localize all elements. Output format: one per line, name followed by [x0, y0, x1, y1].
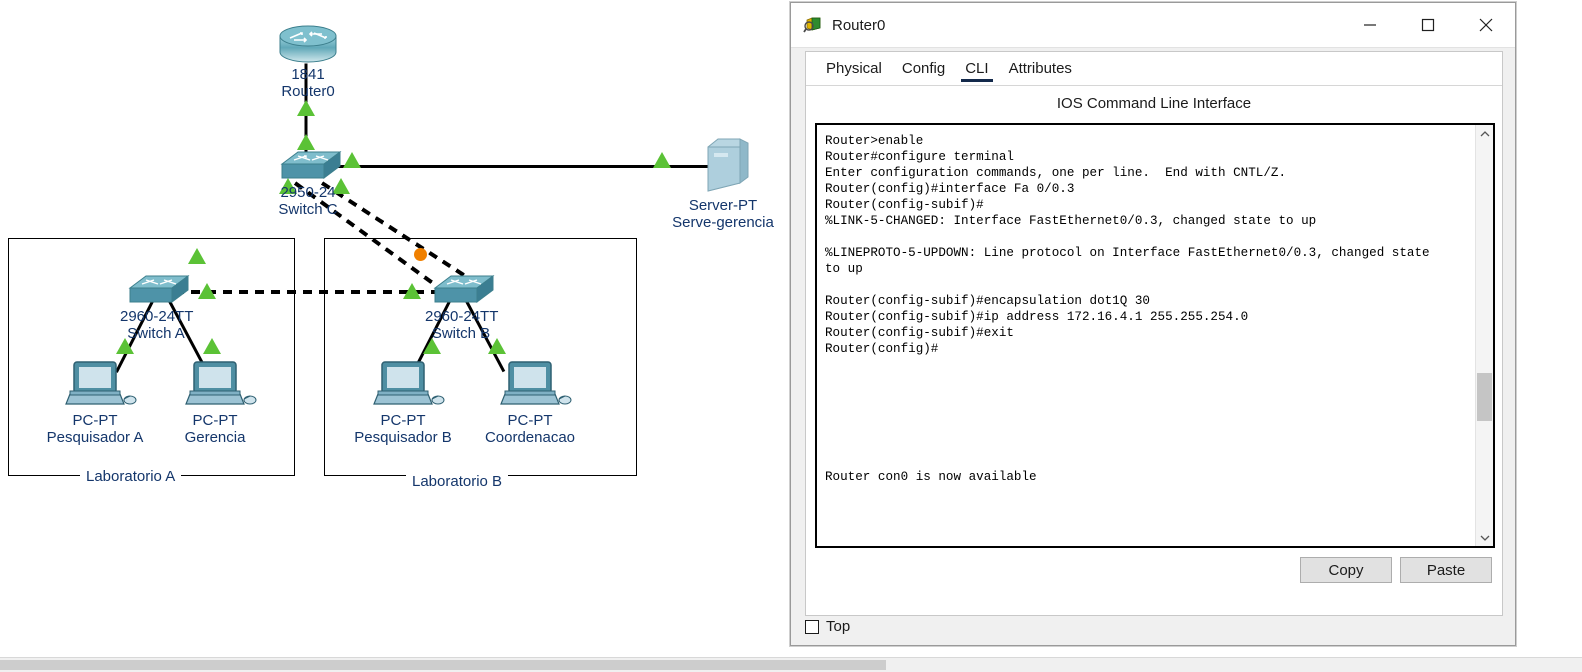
scrollbar-thumb[interactable] — [1477, 373, 1492, 421]
app-root: Laboratorio A Laboratorio B 1841 Router0… — [0, 0, 1582, 672]
switchb-model: 2960-24TT — [425, 308, 499, 325]
cli-action-buttons: Copy Paste — [1300, 557, 1492, 583]
pcB2-name: Coordenacao — [484, 429, 576, 446]
cli-vertical-scrollbar[interactable] — [1475, 125, 1493, 546]
link-status-up-switchb-trunk — [403, 283, 421, 299]
device-label-pc-pesquisador-b: PC-PT Pesquisador B — [348, 412, 458, 446]
switchc-model: 2950-24 — [280, 184, 336, 201]
device-label-switchc: 2950-24 Switch C — [272, 184, 344, 218]
device-pc-gerencia[interactable]: PC-PT Gerencia — [160, 358, 270, 446]
router0-model: 1841 — [291, 66, 325, 83]
pc-icon — [500, 361, 572, 405]
link-switcha-switchb[interactable] — [175, 290, 465, 294]
device-switcha[interactable]: 2960-24TT Switch A — [120, 272, 194, 342]
pc-icon — [373, 361, 445, 405]
top-checkbox[interactable] — [805, 619, 819, 634]
top-checkbox-label: Top — [826, 618, 851, 635]
pcA2-model: PC-PT — [192, 412, 238, 429]
window-title: Router0 — [832, 16, 886, 34]
device-label-pc-gerencia: PC-PT Gerencia — [160, 412, 270, 446]
link-status-up-switcha-trunk — [198, 283, 216, 299]
switch-icon — [280, 151, 342, 179]
device-pc-pesquisador-b[interactable]: PC-PT Pesquisador B — [348, 358, 458, 446]
pc-icon — [65, 361, 137, 405]
close-icon — [1479, 18, 1493, 31]
minimize-icon — [1364, 23, 1376, 26]
maximize-icon — [1421, 18, 1435, 31]
server-name: Serve-gerencia — [672, 214, 774, 231]
pcA1-name: Pesquisador A — [46, 429, 144, 446]
close-button[interactable] — [1457, 3, 1515, 46]
window-body: Physical Config CLI Attributes IOS Comma… — [805, 51, 1503, 616]
tab-strip[interactable]: Physical Config CLI Attributes — [806, 52, 1502, 86]
workspace-horizontal-scrollbar[interactable] — [0, 657, 1582, 672]
top-checkbox-row[interactable]: Top — [805, 618, 850, 635]
device-router0[interactable]: 1841 Router0 — [272, 22, 344, 100]
tab-cli[interactable]: CLI — [955, 56, 998, 85]
device-label-pc-coordenacao: PC-PT Coordenacao — [475, 412, 585, 446]
link-status-up-switchc-server — [343, 152, 361, 168]
group-label-laboratorio-b: Laboratorio B — [406, 473, 509, 490]
device-label-switchb: 2960-24TT Switch B — [425, 308, 499, 342]
switcha-name: Switch A — [127, 325, 185, 342]
server-icon — [707, 138, 749, 192]
minimize-button[interactable] — [1341, 3, 1399, 46]
pcB1-model: PC-PT — [380, 412, 426, 429]
packet-tracer-device-icon — [803, 17, 821, 33]
router0-name: Router0 — [281, 83, 335, 100]
pcB2-model: PC-PT — [507, 412, 553, 429]
packet-animation-dot — [414, 248, 427, 261]
pcA1-model: PC-PT — [72, 412, 118, 429]
scroll-down-button[interactable] — [1476, 529, 1493, 546]
pcA2-name: Gerencia — [184, 429, 246, 446]
chevron-up-icon — [1480, 130, 1489, 136]
switch-icon — [128, 275, 190, 303]
device-pc-pesquisador-a[interactable]: PC-PT Pesquisador A — [40, 358, 150, 446]
device-switchc[interactable]: 2950-24 Switch C — [272, 148, 344, 218]
device-label-server: Server-PT Serve-gerencia — [664, 197, 782, 231]
maximize-button[interactable] — [1399, 3, 1457, 46]
router-icon — [279, 25, 337, 63]
device-switchb[interactable]: 2960-24TT Switch B — [425, 272, 499, 342]
switcha-model: 2960-24TT — [120, 308, 194, 325]
server-model: Server-PT — [688, 197, 758, 214]
pcB1-name: Pesquisador B — [354, 429, 452, 446]
link-status-up-switcha-trunk-uplink — [188, 248, 206, 264]
window-titlebar[interactable]: Router0 — [791, 3, 1515, 48]
link-status-up-pcA2 — [203, 338, 221, 354]
device-label-switcha: 2960-24TT Switch A — [120, 308, 194, 342]
switch-icon — [433, 275, 495, 303]
device-label-pc-pesquisador-a: PC-PT Pesquisador A — [40, 412, 150, 446]
pc-icon — [185, 361, 257, 405]
cli-terminal-container[interactable]: Router>enable Router#configure terminal … — [815, 123, 1495, 548]
device-server[interactable]: Server-PT Serve-gerencia — [664, 135, 782, 231]
group-label-laboratorio-a: Laboratorio A — [80, 468, 182, 485]
router0-window[interactable]: Router0 Physical Config CLI Attributes I… — [790, 2, 1516, 646]
tab-attributes[interactable]: Attributes — [999, 56, 1082, 85]
paste-button[interactable]: Paste — [1400, 557, 1492, 583]
scroll-up-button[interactable] — [1476, 125, 1493, 142]
tab-config[interactable]: Config — [892, 56, 955, 85]
link-status-up-router0 — [297, 100, 315, 116]
device-pc-coordenacao[interactable]: PC-PT Coordenacao — [475, 358, 585, 446]
chevron-down-icon — [1480, 535, 1489, 541]
cli-terminal-output[interactable]: Router>enable Router#configure terminal … — [817, 125, 1475, 546]
horizontal-scrollbar-thumb[interactable] — [0, 660, 886, 670]
device-label-router0: 1841 Router0 — [272, 66, 344, 100]
topology-canvas[interactable]: Laboratorio A Laboratorio B 1841 Router0… — [0, 0, 790, 648]
switchb-name: Switch B — [431, 325, 491, 342]
copy-button[interactable]: Copy — [1300, 557, 1392, 583]
switchc-name: Switch C — [278, 201, 338, 218]
cli-heading: IOS Command Line Interface — [1056, 95, 1252, 112]
tab-physical[interactable]: Physical — [816, 56, 892, 85]
